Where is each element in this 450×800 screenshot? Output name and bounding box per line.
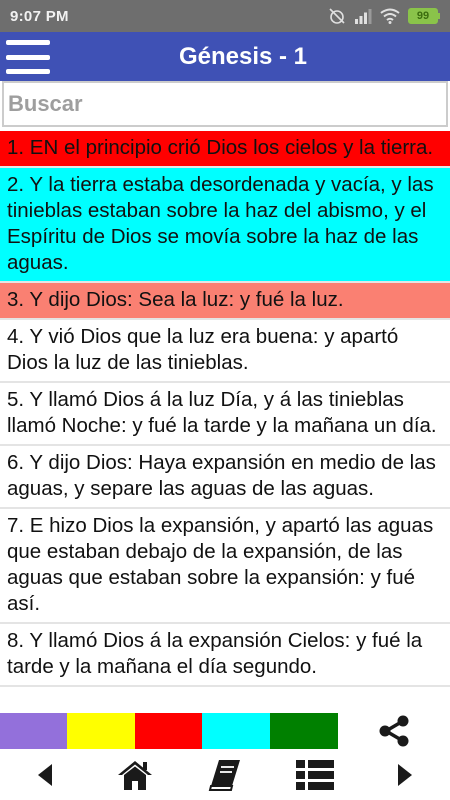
chapter-list-button[interactable] (285, 749, 345, 800)
previous-chapter-button[interactable] (15, 749, 75, 800)
battery-tip (438, 13, 440, 19)
verse-item[interactable]: 7. E hizo Dios la expansión, y apartó la… (0, 509, 450, 624)
share-icon (379, 715, 409, 747)
verse-item[interactable]: 5. Y llamó Dios á la luz Día, y á las ti… (0, 383, 450, 446)
color-palette (0, 713, 450, 749)
color-swatch-cyan[interactable] (202, 713, 270, 749)
search-input[interactable] (4, 83, 446, 125)
verse-item[interactable]: 8. Y llamó Dios á la expansión Cielos: y… (0, 624, 450, 687)
chevron-left-icon (38, 763, 52, 786)
verse-list[interactable]: 1. EN el principio crió Dios los cielos … (0, 131, 450, 713)
page-title: Génesis - 1 (178, 42, 308, 70)
battery-indicator: 99 (408, 8, 440, 24)
bottom-nav (0, 749, 450, 800)
color-swatch-red[interactable] (135, 713, 202, 749)
alarm-off-icon (329, 8, 345, 24)
verse-item[interactable]: 1. EN el principio crió Dios los cielos … (0, 131, 450, 168)
chevron-right-icon (398, 763, 412, 786)
wifi-icon (380, 8, 400, 24)
next-chapter-button[interactable] (375, 749, 435, 800)
verse-item[interactable]: 4. Y vió Dios que la luz era buena: y ap… (0, 320, 450, 383)
book-icon (208, 759, 240, 791)
list-icon (296, 759, 334, 790)
verse-item[interactable]: 3. Y dijo Dios: Sea la luz: y fué la luz… (0, 283, 450, 320)
battery-level: 99 (408, 8, 438, 24)
home-icon (118, 760, 152, 790)
status-time: 9:07 PM (10, 7, 69, 25)
search-box (2, 81, 448, 127)
status-bar: 9:07 PM 99 (0, 0, 450, 32)
hamburger-menu-icon[interactable] (6, 37, 50, 77)
book-button[interactable] (195, 749, 255, 800)
verse-item[interactable]: 6. Y dijo Dios: Haya expansión en medio … (0, 446, 450, 509)
share-button[interactable] (338, 713, 450, 749)
app-bar: Génesis - 1 (0, 32, 450, 81)
color-swatch-purple[interactable] (0, 713, 67, 749)
verse-item[interactable]: 2. Y la tierra estaba desordenada y vací… (0, 168, 450, 283)
color-swatch-yellow[interactable] (67, 713, 135, 749)
status-icons: 99 (328, 7, 440, 25)
signal-icon (355, 9, 372, 24)
color-swatch-green[interactable] (270, 713, 338, 749)
home-button[interactable] (105, 749, 165, 800)
